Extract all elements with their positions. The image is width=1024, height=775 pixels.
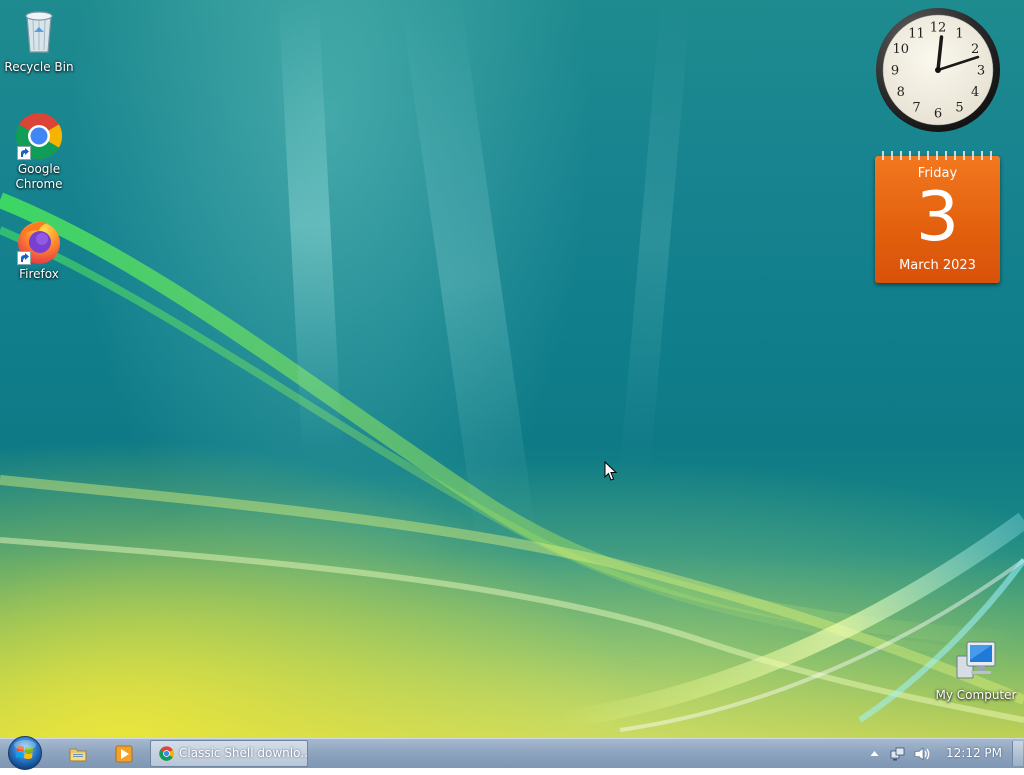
calendar-month-year: March 2023: [899, 258, 976, 273]
calendar-day-number: 3: [915, 178, 960, 257]
chrome-label: Google Chrome: [15, 162, 63, 191]
firefox-shortcut[interactable]: Firefox: [1, 217, 77, 282]
clock-numeral: 12: [930, 21, 947, 36]
clock-numeral: 1: [955, 26, 963, 41]
clock-numeral: 6: [934, 107, 942, 122]
media-player-quick-launch[interactable]: [114, 744, 134, 764]
calendar-gadget[interactable]: Friday 3 March 2023: [875, 148, 1000, 283]
taskbar-button-chrome[interactable]: Classic Shell downlo...: [150, 740, 308, 767]
show-desktop-button[interactable]: [1012, 741, 1023, 766]
windows-orb-icon: [8, 736, 42, 770]
calendar-rings: [882, 151, 992, 160]
clock-numeral: 8: [897, 85, 905, 100]
clock-numeral: 5: [955, 101, 963, 116]
clock-numeral: 7: [912, 101, 920, 116]
my-computer-label: My Computer: [935, 688, 1017, 702]
chevron-up-icon[interactable]: [870, 750, 879, 757]
clock-numeral: 4: [971, 85, 979, 100]
mouse-pointer-icon: [604, 461, 618, 481]
clock-numeral: 3: [977, 64, 985, 79]
analog-clock-face: 12 12 3 45678 9 1011: [876, 8, 1000, 132]
chrome-shortcut[interactable]: Google Chrome: [1, 112, 77, 192]
computer-icon: [956, 641, 996, 679]
shortcut-arrow-icon: [17, 251, 31, 265]
explorer-quick-launch[interactable]: [68, 744, 88, 764]
start-button[interactable]: [6, 735, 44, 771]
folder-icon: [69, 748, 87, 762]
media-player-icon: [115, 745, 133, 763]
volume-icon[interactable]: [914, 746, 932, 762]
taskbar-clock[interactable]: 12:12 PM: [940, 739, 1008, 769]
chrome-icon: [159, 746, 174, 761]
clock-numeral: 2: [971, 42, 979, 57]
recycle-bin-label: Recycle Bin: [4, 60, 74, 74]
clock-numeral: 10: [893, 42, 910, 57]
recycle-bin-shortcut[interactable]: Recycle Bin: [1, 6, 77, 75]
wallpaper-swirl: [0, 0, 1024, 732]
shortcut-arrow-icon: [17, 146, 31, 160]
taskbar: Classic Shell downlo... 12:12 PM: [0, 735, 1024, 771]
taskbar-button-label: Classic Shell downlo...: [179, 746, 308, 760]
recycle-bin-icon: [25, 11, 53, 53]
network-icon[interactable]: [890, 746, 906, 762]
desktop-background[interactable]: Recycle Bin Google Chrome Firefox My Com…: [0, 0, 1024, 738]
clock-numeral: 11: [908, 26, 925, 41]
firefox-label: Firefox: [19, 267, 59, 281]
clock-numeral: 9: [891, 64, 899, 79]
my-computer-shortcut[interactable]: My Computer: [934, 640, 1018, 703]
clock-gadget[interactable]: 12 1 2 3 4 5 6 7 8 9 10 11: [875, 7, 1001, 133]
